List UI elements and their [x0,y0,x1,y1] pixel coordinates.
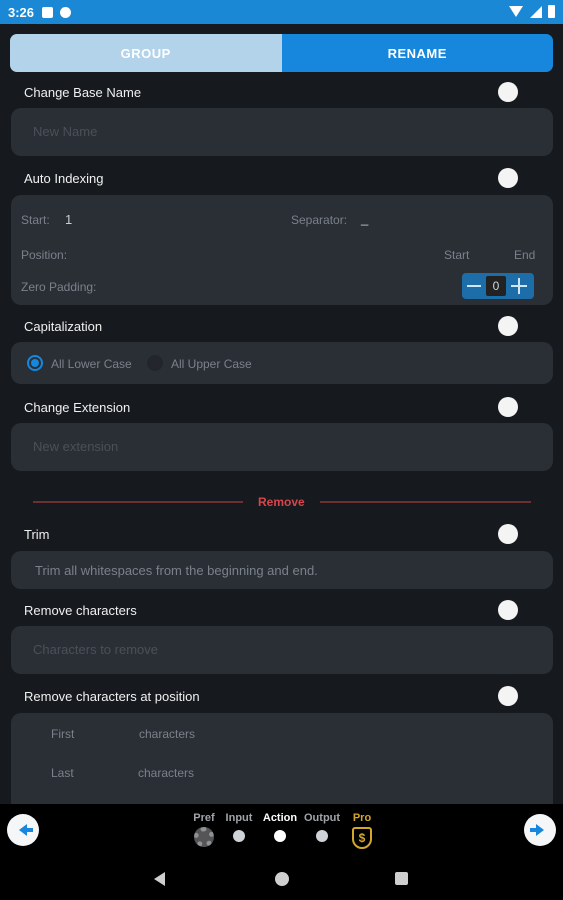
arrow-left-icon [19,824,33,836]
tab-group[interactable]: GROUP [10,34,282,72]
step-action[interactable]: Action [262,812,298,842]
trim-description: Trim all whitespaces from the beginning … [35,563,318,578]
status-bar: 3:26 [0,0,563,24]
remove-characters-field[interactable]: Characters to remove [11,626,553,674]
battery-icon [548,5,555,18]
lower-case-radio[interactable] [27,355,43,371]
gear-icon [194,827,214,847]
remove-at-position-card: First characters Last characters [11,713,553,804]
zero-padding-value: 0 [486,276,506,296]
step-output-dot [316,830,328,842]
step-input-label: Input [225,812,253,824]
sim-card-icon [42,6,54,18]
extension-field[interactable]: New extension [11,423,553,471]
remove-divider-right [320,501,531,503]
back-icon[interactable] [154,872,165,886]
first-label: First [51,727,75,741]
step-output[interactable]: Output [304,812,340,842]
base-name-title: Change Base Name [24,85,142,100]
tab-rename[interactable]: RENAME [281,34,553,72]
position-start-option[interactable]: Start [444,248,469,262]
step-output-label: Output [304,812,341,824]
last-unit: characters [138,766,195,780]
wifi-icon [509,6,523,17]
sync-icon [60,6,72,18]
remove-characters-title: Remove characters [24,603,137,618]
capitalization-card: All Lower Case All Upper Case [11,342,553,384]
remove-divider-left [33,501,243,503]
trim-toggle[interactable] [498,524,518,544]
zero-padding-label: Zero Padding: [21,280,97,294]
position-end-option[interactable]: End [514,248,535,262]
upper-case-radio[interactable] [147,355,163,371]
app-screen: GROUP RENAME Change Base Name New Name A… [0,24,563,860]
decrement-button[interactable] [462,273,486,299]
separator-label: Separator: [291,213,348,227]
base-name-placeholder: New Name [33,124,98,139]
trim-card: Trim all whitespaces from the beginning … [11,551,553,589]
start-input[interactable]: 1 [65,212,72,227]
auto-indexing-toggle[interactable] [498,168,518,188]
status-time: 3:26 [8,4,35,20]
trim-title: Trim [24,527,50,542]
separator-input[interactable]: _ [361,211,368,226]
recents-icon[interactable] [395,872,408,885]
step-action-label: Action [262,812,298,824]
base-name-toggle[interactable] [498,82,518,102]
zero-padding-stepper: 0 [462,273,534,299]
home-icon[interactable] [275,872,289,886]
step-pref[interactable]: Pref [189,812,219,847]
step-action-dot [274,830,286,842]
system-navigation-bar [0,860,563,900]
step-pro[interactable]: Pro $ [350,812,374,849]
start-label: Start: [21,213,50,227]
signal-icon [530,5,542,18]
upper-case-label[interactable]: All Upper Case [171,357,252,371]
remove-at-position-title: Remove characters at position [24,689,200,704]
last-label: Last [51,766,74,780]
dollar-shield-icon: $ [352,827,372,849]
mode-tabs: GROUP RENAME [10,34,553,72]
step-pref-label: Pref [193,812,215,824]
bottom-navigation: Pref Input Action Output Pro $ [0,804,563,860]
step-input-dot [233,830,245,842]
position-label: Position: [21,248,68,262]
base-name-field[interactable]: New Name [11,108,553,156]
remove-section-label: Remove [258,495,305,509]
status-icons [509,5,555,18]
arrow-right-icon [530,824,544,836]
extension-title: Change Extension [24,400,131,415]
capitalization-toggle[interactable] [498,316,518,336]
remove-characters-placeholder: Characters to remove [33,642,158,657]
increment-button[interactable] [506,273,532,299]
auto-indexing-card: Start: 1 Separator: _ Position: Start En… [11,195,553,305]
remove-at-position-toggle[interactable] [498,686,518,706]
remove-characters-toggle[interactable] [498,600,518,620]
lower-case-label[interactable]: All Lower Case [51,357,132,371]
extension-toggle[interactable] [498,397,518,417]
next-button[interactable] [524,814,556,846]
first-unit: characters [139,727,196,741]
previous-button[interactable] [7,814,39,846]
extension-placeholder: New extension [33,439,119,454]
auto-indexing-title: Auto Indexing [24,171,104,186]
step-pro-label: Pro [352,812,372,824]
capitalization-title: Capitalization [24,319,103,334]
step-input[interactable]: Input [223,812,255,842]
